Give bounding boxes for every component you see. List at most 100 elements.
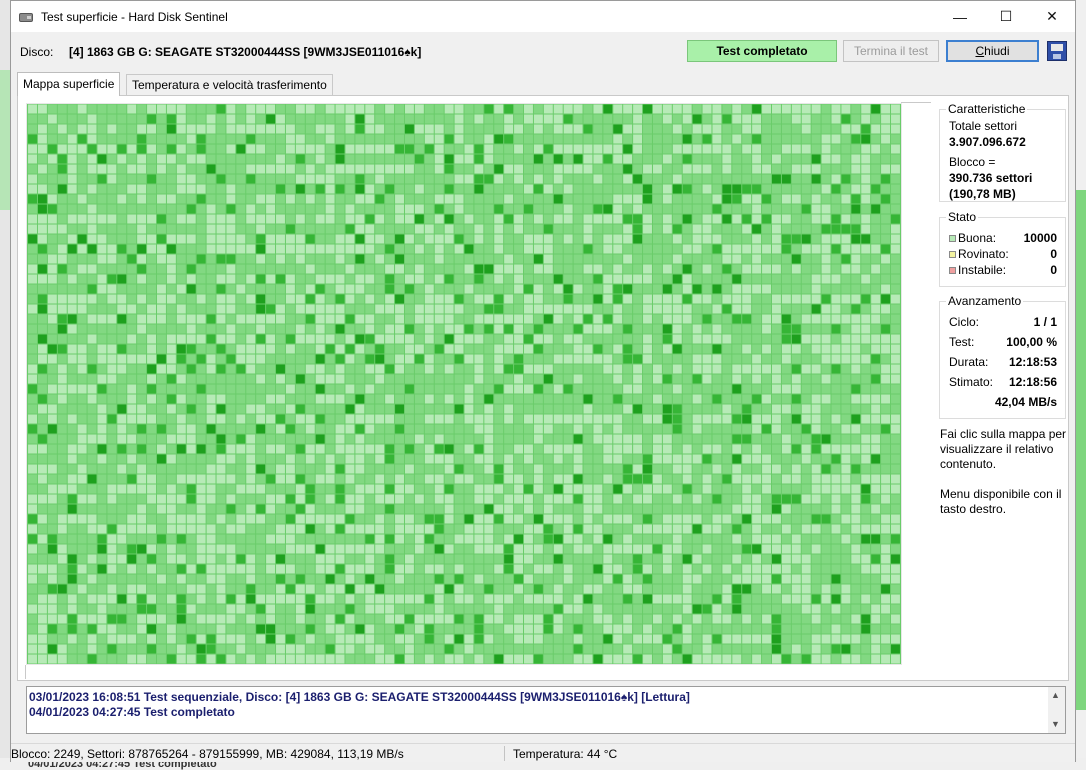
surface-block[interactable] xyxy=(47,434,57,444)
surface-block[interactable] xyxy=(87,494,97,504)
surface-block[interactable] xyxy=(315,114,325,124)
surface-block[interactable] xyxy=(305,514,315,524)
surface-block[interactable] xyxy=(791,484,801,494)
surface-block[interactable] xyxy=(801,234,811,244)
surface-block[interactable] xyxy=(504,524,514,534)
surface-block[interactable] xyxy=(325,284,335,294)
surface-block[interactable] xyxy=(345,374,355,384)
surface-block[interactable] xyxy=(742,544,752,554)
surface-block[interactable] xyxy=(315,614,325,624)
surface-block[interactable] xyxy=(246,144,256,154)
surface-block[interactable] xyxy=(266,274,276,284)
surface-block[interactable] xyxy=(781,354,791,364)
surface-block[interactable] xyxy=(414,284,424,294)
surface-block[interactable] xyxy=(424,454,434,464)
surface-block[interactable] xyxy=(325,164,335,174)
surface-block[interactable] xyxy=(563,454,573,464)
surface-block[interactable] xyxy=(821,184,831,194)
surface-block[interactable] xyxy=(553,484,563,494)
surface-block[interactable] xyxy=(315,364,325,374)
surface-block[interactable] xyxy=(861,474,871,484)
surface-block[interactable] xyxy=(166,494,176,504)
surface-block[interactable] xyxy=(345,314,355,324)
surface-block[interactable] xyxy=(216,594,226,604)
surface-block[interactable] xyxy=(732,264,742,274)
surface-block[interactable] xyxy=(623,174,633,184)
surface-block[interactable] xyxy=(137,114,147,124)
surface-block[interactable] xyxy=(266,454,276,464)
surface-block[interactable] xyxy=(206,374,216,384)
surface-block[interactable] xyxy=(137,414,147,424)
surface-block[interactable] xyxy=(375,484,385,494)
surface-block[interactable] xyxy=(494,314,504,324)
surface-block[interactable] xyxy=(583,364,593,374)
surface-block[interactable] xyxy=(107,284,117,294)
surface-block[interactable] xyxy=(276,374,285,384)
surface-block[interactable] xyxy=(305,524,315,534)
surface-block[interactable] xyxy=(692,374,702,384)
surface-block[interactable] xyxy=(345,334,355,344)
surface-block[interactable] xyxy=(236,404,246,414)
surface-block[interactable] xyxy=(732,124,742,134)
surface-block[interactable] xyxy=(672,344,682,354)
surface-block[interactable] xyxy=(672,204,682,214)
surface-block[interactable] xyxy=(603,274,613,284)
surface-block[interactable] xyxy=(157,234,166,244)
surface-block[interactable] xyxy=(404,574,414,584)
surface-block[interactable] xyxy=(325,504,335,514)
surface-block[interactable] xyxy=(494,344,504,354)
surface-block[interactable] xyxy=(732,364,742,374)
surface-block[interactable] xyxy=(821,354,831,364)
surface-block[interactable] xyxy=(474,404,484,414)
surface-block[interactable] xyxy=(811,254,821,264)
surface-block[interactable] xyxy=(563,424,573,434)
surface-block[interactable] xyxy=(781,254,791,264)
surface-block[interactable] xyxy=(841,304,851,314)
surface-block[interactable] xyxy=(424,194,434,204)
surface-block[interactable] xyxy=(851,184,861,194)
surface-block[interactable] xyxy=(345,264,355,274)
surface-block[interactable] xyxy=(325,614,335,624)
surface-block[interactable] xyxy=(127,434,137,444)
surface-block[interactable] xyxy=(424,234,434,244)
surface-block[interactable] xyxy=(762,444,771,454)
surface-block[interactable] xyxy=(742,554,752,564)
surface-block[interactable] xyxy=(315,484,325,494)
surface-block[interactable] xyxy=(771,284,781,294)
surface-block[interactable] xyxy=(256,404,266,414)
surface-block[interactable] xyxy=(533,484,543,494)
surface-block[interactable] xyxy=(28,284,37,294)
surface-block[interactable] xyxy=(781,574,791,584)
surface-block[interactable] xyxy=(613,294,623,304)
surface-block[interactable] xyxy=(166,324,176,334)
surface-block[interactable] xyxy=(613,234,623,244)
surface-block[interactable] xyxy=(652,414,662,424)
surface-block[interactable] xyxy=(355,414,365,424)
surface-block[interactable] xyxy=(226,334,236,344)
surface-block[interactable] xyxy=(583,494,593,504)
surface-block[interactable] xyxy=(28,374,37,384)
surface-block[interactable] xyxy=(722,104,732,114)
surface-block[interactable] xyxy=(206,114,216,124)
surface-block[interactable] xyxy=(881,224,891,234)
surface-block[interactable] xyxy=(315,314,325,324)
surface-block[interactable] xyxy=(206,564,216,574)
surface-block[interactable] xyxy=(682,164,692,174)
surface-block[interactable] xyxy=(643,244,652,254)
surface-block[interactable] xyxy=(404,534,414,544)
surface-block[interactable] xyxy=(176,254,186,264)
surface-block[interactable] xyxy=(881,344,891,354)
surface-block[interactable] xyxy=(335,194,345,204)
surface-block[interactable] xyxy=(424,154,434,164)
surface-block[interactable] xyxy=(652,554,662,564)
surface-block[interactable] xyxy=(841,514,851,524)
surface-block[interactable] xyxy=(335,294,345,304)
surface-block[interactable] xyxy=(861,104,871,114)
surface-block[interactable] xyxy=(285,424,295,434)
surface-block[interactable] xyxy=(157,594,166,604)
surface-block[interactable] xyxy=(355,364,365,374)
surface-block[interactable] xyxy=(643,614,652,624)
surface-block[interactable] xyxy=(404,134,414,144)
surface-block[interactable] xyxy=(335,254,345,264)
surface-block[interactable] xyxy=(87,614,97,624)
